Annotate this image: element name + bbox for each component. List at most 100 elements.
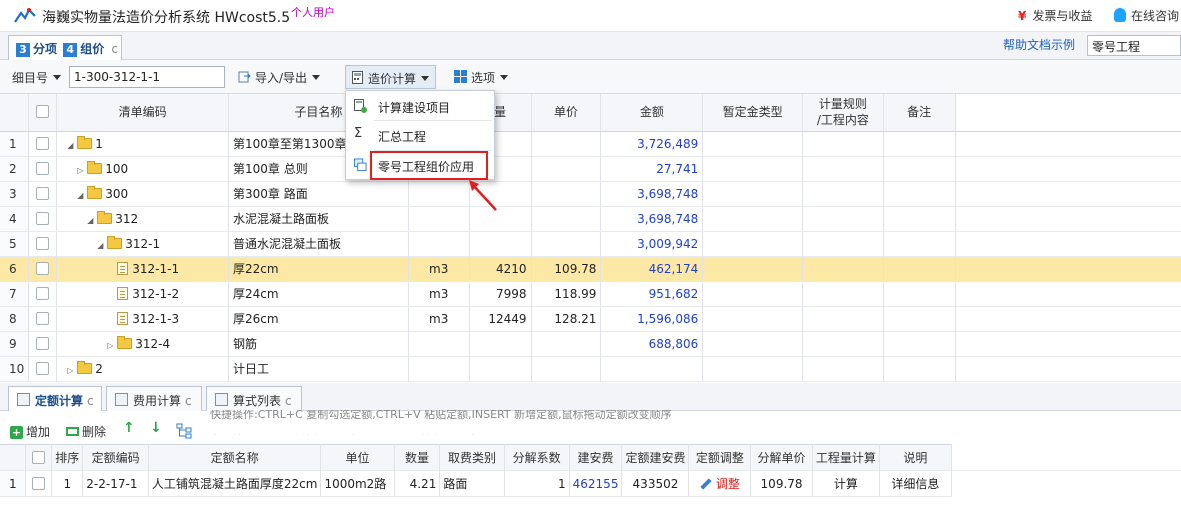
item-code[interactable]: 312-1-1 (56, 256, 230, 282)
expand-triangle-icon[interactable]: ◢ (77, 191, 87, 200)
checkbox[interactable] (31, 450, 45, 464)
item-unit[interactable] (408, 356, 470, 382)
checkbox[interactable] (31, 476, 45, 490)
tab-close-icon[interactable]: c (285, 394, 292, 408)
checkbox[interactable] (36, 286, 50, 300)
checkbox[interactable] (36, 211, 50, 225)
item-qty[interactable]: 7998 (469, 281, 532, 307)
item-provisional-type[interactable] (702, 306, 804, 332)
quota-row-select[interactable] (25, 470, 53, 497)
move-down-icon[interactable]: ↓ (150, 420, 162, 436)
item-provisional-type[interactable] (702, 256, 804, 282)
row-select[interactable] (28, 181, 58, 207)
item-measure-rule[interactable] (802, 331, 884, 357)
item-provisional-type[interactable] (702, 331, 804, 357)
item-provisional-type[interactable] (702, 131, 804, 157)
row-select[interactable] (28, 206, 58, 232)
item-measure-rule[interactable] (802, 231, 884, 257)
quota-header-code[interactable]: 定额编码 (82, 444, 149, 471)
item-qty[interactable]: 12449 (469, 306, 532, 332)
item-remark[interactable] (883, 256, 956, 282)
table-row[interactable]: 4 ◢ 312 水泥混凝土路面板 3,698,748 (0, 206, 1181, 232)
item-code[interactable]: ▷ 100 (56, 156, 230, 182)
table-row[interactable]: 3 ◢ 300 第300章 路面 3,698,748 (0, 181, 1181, 207)
quota-header-unit-price[interactable]: 分解单价 (750, 444, 813, 471)
checkbox[interactable] (36, 136, 50, 150)
item-measure-rule[interactable] (802, 306, 884, 332)
tab-item-pricing[interactable]: 3 分项 4 组价 c (8, 35, 122, 60)
table-row[interactable]: 9 ▷ 312-4 钢筋 688,806 (0, 331, 1181, 357)
item-measure-rule[interactable] (802, 156, 884, 182)
tab-quota-calc[interactable]: 定额计算 c (8, 386, 102, 411)
quota-code[interactable]: 2-2-17-1 (82, 470, 149, 497)
collapse-triangle-icon[interactable]: ▷ (77, 166, 87, 175)
move-up-icon[interactable]: ↑ (123, 420, 135, 436)
row-select[interactable] (28, 356, 58, 382)
checkbox[interactable] (36, 311, 50, 325)
item-measure-rule[interactable] (802, 131, 884, 157)
tree-structure-icon[interactable] (176, 423, 192, 439)
table-row[interactable]: 2 ▷ 100 第100章 总则 27,741 (0, 156, 1181, 182)
quota-name[interactable]: 人工铺筑混凝土路面厚度22cm (148, 470, 322, 497)
quota-header-select[interactable] (25, 444, 53, 471)
item-remark[interactable] (883, 181, 956, 207)
item-qty[interactable] (469, 331, 532, 357)
quota-factor[interactable]: 1 (504, 470, 570, 497)
item-measure-rule[interactable] (802, 206, 884, 232)
item-provisional-type[interactable] (702, 231, 804, 257)
tab-close-icon[interactable]: c (87, 394, 94, 408)
add-button[interactable]: + 增加 (10, 423, 50, 440)
quota-row[interactable]: 1 1 2-2-17-1 人工铺筑混凝土路面厚度22cm 1000m2路 4.2… (0, 470, 1181, 497)
item-unit[interactable] (408, 231, 470, 257)
row-select[interactable] (28, 331, 58, 357)
header-remark[interactable]: 备注 (883, 94, 956, 132)
table-row[interactable]: 1 ◢ 1 第100章至第1300章清 3,726,489 (0, 131, 1181, 157)
table-row[interactable]: 10 ▷ 2 计日工 (0, 356, 1181, 382)
item-unit[interactable] (408, 331, 470, 357)
quota-header-qty[interactable]: 数量 (394, 444, 441, 471)
quota-unit[interactable]: 1000m2路 (320, 470, 395, 497)
pricing-calc-button[interactable]: 造价计算 (345, 65, 437, 89)
checkbox[interactable] (36, 105, 50, 119)
header-code[interactable]: 清单编码 (56, 94, 230, 132)
item-code[interactable]: ◢ 312-1 (56, 231, 230, 257)
menu-item-calc-project[interactable]: 计算建设项目 (346, 92, 494, 120)
item-remark[interactable] (883, 131, 956, 157)
quota-qty[interactable]: 4.21 (394, 470, 441, 497)
checkbox[interactable] (36, 261, 50, 275)
item-provisional-type[interactable] (702, 356, 804, 382)
item-unit[interactable] (408, 206, 470, 232)
checkbox[interactable] (36, 186, 50, 200)
row-select[interactable] (28, 306, 58, 332)
header-provisional-type[interactable]: 暂定金类型 (702, 94, 804, 132)
expand-triangle-icon[interactable]: ◢ (67, 141, 77, 150)
header-measure-rule[interactable]: 计量规则 /工程内容 (802, 94, 884, 132)
item-qty[interactable] (469, 231, 532, 257)
invoice-link[interactable]: ¥ 发票与收益 (1018, 7, 1092, 24)
help-docs-link[interactable]: 帮助文档示例 (1003, 36, 1075, 53)
item-name[interactable]: 普通水泥混凝土面板 (228, 231, 409, 257)
quota-detail-link[interactable]: 详细信息 (879, 470, 952, 497)
quota-calc-link[interactable]: 计算 (812, 470, 880, 497)
consult-link[interactable]: 在线咨询 (1114, 7, 1179, 24)
code-input[interactable]: 1-300-312-1-1 (69, 66, 225, 88)
item-provisional-type[interactable] (702, 281, 804, 307)
header-amount[interactable]: 金额 (600, 94, 704, 132)
item-code[interactable]: ◢ 300 (56, 181, 230, 207)
quota-header-unit[interactable]: 单位 (320, 444, 395, 471)
item-remark[interactable] (883, 281, 956, 307)
item-name[interactable]: 水泥混凝土路面板 (228, 206, 409, 232)
collapse-triangle-icon[interactable]: ▷ (107, 341, 117, 350)
item-provisional-type[interactable] (702, 206, 804, 232)
item-code[interactable]: 312-1-2 (56, 281, 230, 307)
table-row[interactable]: 5 ◢ 312-1 普通水泥混凝土面板 3,009,942 (0, 231, 1181, 257)
item-name[interactable]: 钢筋 (228, 331, 409, 357)
import-export-button[interactable]: 导入/导出 (233, 65, 326, 89)
item-provisional-type[interactable] (702, 181, 804, 207)
quota-adjust-link[interactable]: 调整 (688, 470, 752, 497)
quota-header-fee-type[interactable]: 取费类别 (439, 444, 505, 471)
collapse-triangle-icon[interactable]: ▷ (67, 366, 77, 375)
quota-header-adjust[interactable]: 定额调整 (688, 444, 752, 471)
table-row[interactable]: 7 312-1-2 厚24cm m3 7998 118.99 951,682 (0, 281, 1181, 307)
quota-header-name[interactable]: 定额名称 (148, 444, 322, 471)
